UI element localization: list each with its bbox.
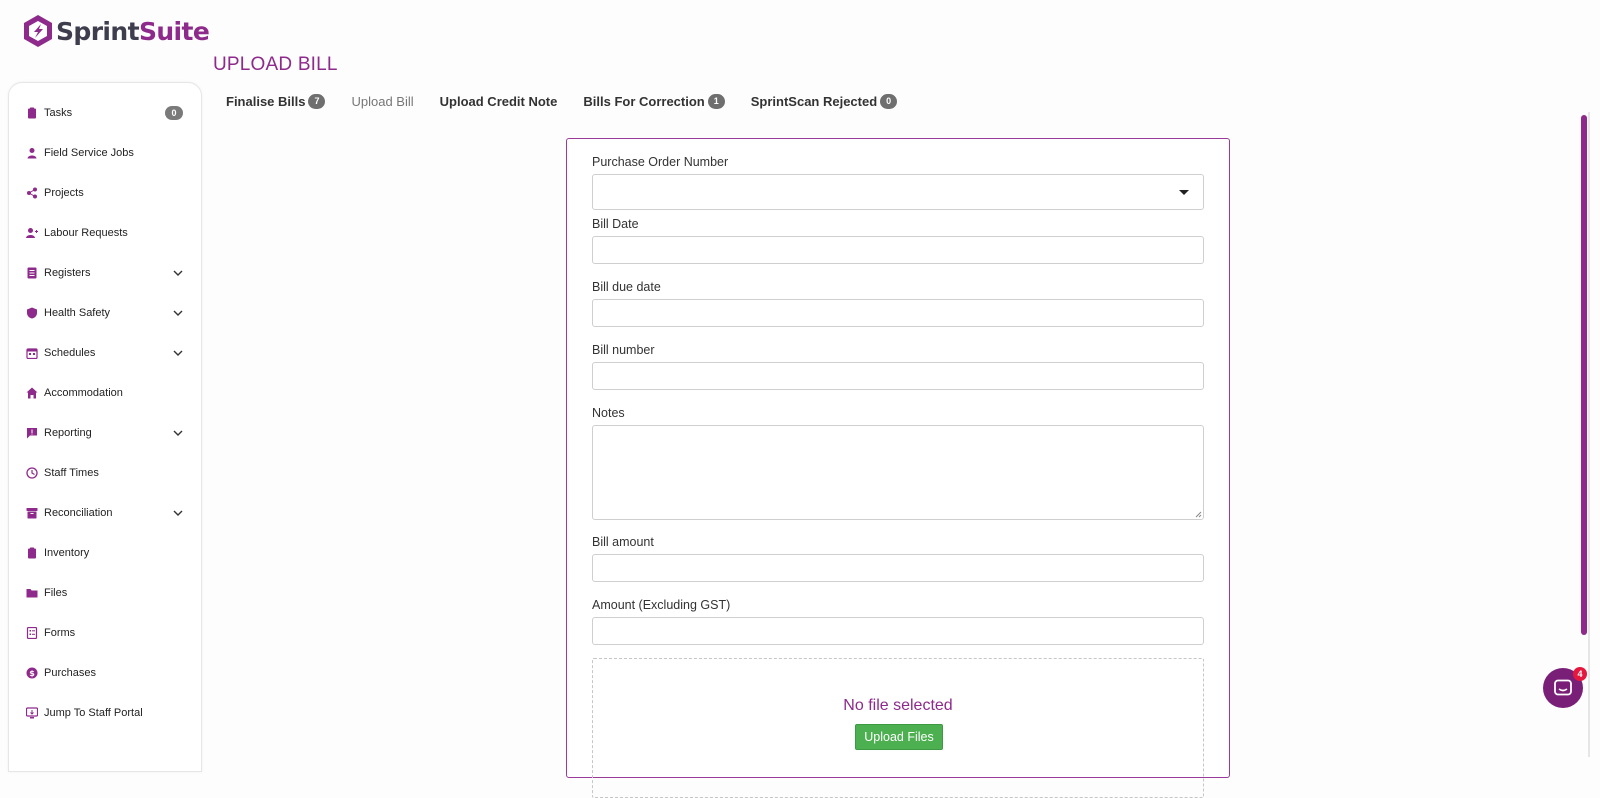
- sidebar-item-label: Projects: [44, 187, 84, 199]
- file-dropzone[interactable]: No file selected Upload Files: [592, 658, 1204, 798]
- tab-count-badge: 7: [308, 93, 326, 109]
- bill-due-date-label: Bill due date: [592, 280, 661, 294]
- sidebar-item-label: Schedules: [44, 347, 96, 359]
- tab-count-badge: 0: [880, 93, 898, 109]
- tab-upload-credit-note[interactable]: Upload Credit Note: [440, 94, 558, 109]
- bill-date-input[interactable]: [592, 236, 1204, 264]
- sidebar-item-schedules[interactable]: Schedules: [26, 341, 183, 365]
- dollar-icon: $: [26, 667, 38, 679]
- sidebar-item-label: Reconciliation: [44, 507, 113, 519]
- sidebar: Tasks 0 Field Service Jobs Projects Labo…: [8, 82, 202, 772]
- sidebar-item-projects[interactable]: Projects: [26, 181, 183, 205]
- notes-label: Notes: [592, 406, 625, 420]
- report-icon: [26, 427, 38, 439]
- scrollbar-thumb[interactable]: [1581, 115, 1587, 635]
- sidebar-item-accommodation[interactable]: Accommodation: [26, 381, 183, 405]
- sidebar-item-label: Field Service Jobs: [44, 147, 134, 159]
- shield-icon: [26, 307, 38, 319]
- resize-grip-icon[interactable]: [1194, 510, 1202, 518]
- sidebar-item-label: Inventory: [44, 547, 90, 559]
- clipboard-icon: [26, 547, 38, 559]
- amount-excluding-gst-input[interactable]: [592, 617, 1204, 645]
- sidebar-item-health-safety[interactable]: Health Safety: [26, 301, 183, 325]
- bill-amount-label: Bill amount: [592, 535, 654, 549]
- sidebar-item-label: Registers: [44, 267, 91, 279]
- sidebar-item-jump-to-staff-portal[interactable]: Jump To Staff Portal: [26, 701, 183, 725]
- tab-upload-bill[interactable]: Upload Bill: [351, 94, 413, 109]
- sidebar-item-staff-times[interactable]: Staff Times: [26, 461, 183, 485]
- logo-text: SprintSuite: [56, 16, 210, 46]
- chat-unread-badge: 4: [1573, 667, 1587, 681]
- sidebar-item-label: Forms: [44, 627, 76, 639]
- archive-icon: [26, 507, 38, 519]
- list-icon: [26, 267, 38, 279]
- chevron-down-icon: [173, 348, 183, 358]
- chevron-down-icon: [173, 428, 183, 438]
- share-icon: [26, 187, 38, 199]
- chevron-down-icon: [173, 508, 183, 518]
- scrollbar-track: [1588, 112, 1590, 757]
- sidebar-item-label: Health Safety: [44, 307, 111, 319]
- tab-label: Upload Credit Note: [439, 93, 558, 109]
- bill-amount-input[interactable]: [592, 554, 1204, 582]
- home-icon: [26, 387, 38, 399]
- chevron-down-icon: [173, 308, 183, 318]
- bill-tabs: Finalise Bills 7 Upload Bill Upload Cred…: [226, 90, 923, 112]
- sidebar-item-labour-requests[interactable]: Labour Requests: [26, 221, 183, 245]
- sidebar-item-reconciliation[interactable]: Reconciliation: [26, 501, 183, 525]
- bill-number-label: Bill number: [592, 343, 655, 357]
- logo-hexagon-icon: [24, 15, 52, 47]
- sidebar-item-forms[interactable]: Forms: [26, 621, 183, 645]
- tab-sprintscan-rejected[interactable]: SprintScan Rejected 0: [750, 93, 898, 109]
- no-file-selected-text: No file selected: [843, 697, 953, 714]
- form-icon: [26, 627, 38, 639]
- clipboard-icon: [26, 107, 38, 119]
- user-plus-icon: [26, 227, 38, 239]
- upload-files-button[interactable]: Upload Files: [855, 724, 943, 750]
- sidebar-item-label: Jump To Staff Portal: [44, 707, 143, 719]
- app-logo[interactable]: SprintSuite: [22, 13, 210, 49]
- sidebar-item-label: Reporting: [44, 427, 92, 439]
- sidebar-item-label: Tasks: [44, 107, 73, 119]
- amount-excluding-gst-label: Amount (Excluding GST): [592, 598, 731, 612]
- purchase-order-select[interactable]: [592, 174, 1204, 210]
- svg-text:$: $: [29, 669, 35, 678]
- chat-icon: [1554, 679, 1572, 696]
- sidebar-item-reporting[interactable]: Reporting: [26, 421, 183, 445]
- sidebar-item-label: Staff Times: [44, 467, 99, 479]
- upload-bill-form: Purchase Order Number Bill Date Bill due…: [566, 138, 1230, 798]
- bill-due-date-input[interactable]: [592, 299, 1204, 327]
- sidebar-item-tasks[interactable]: Tasks 0: [26, 101, 183, 125]
- notes-textarea[interactable]: [592, 425, 1204, 520]
- tab-finalise-bills[interactable]: Finalise Bills 7: [226, 93, 326, 109]
- portal-icon: [26, 707, 38, 719]
- folder-icon: [26, 587, 38, 599]
- tab-label: Finalise Bills: [226, 93, 306, 109]
- sidebar-item-label: Labour Requests: [44, 227, 128, 239]
- sidebar-item-label: Accommodation: [44, 387, 123, 399]
- caret-down-icon: [1179, 190, 1189, 195]
- sidebar-item-label: Files: [44, 587, 68, 599]
- page-title: UPLOAD BILL: [213, 54, 338, 75]
- sidebar-item-field-service-jobs[interactable]: Field Service Jobs: [26, 141, 183, 165]
- sidebar-item-purchases[interactable]: $ Purchases: [26, 661, 183, 685]
- purchase-order-label: Purchase Order Number: [592, 155, 729, 169]
- bill-date-label: Bill Date: [592, 217, 639, 231]
- sidebar-item-inventory[interactable]: Inventory: [26, 541, 183, 565]
- chevron-down-icon: [173, 268, 183, 278]
- calendar-icon: [26, 347, 38, 359]
- tasks-count-badge: 0: [165, 106, 183, 120]
- tab-count-badge: 1: [707, 93, 725, 109]
- tab-bills-for-correction[interactable]: Bills For Correction 1: [583, 93, 725, 109]
- worker-icon: [26, 147, 38, 159]
- sidebar-item-files[interactable]: Files: [26, 581, 183, 605]
- sidebar-item-label: Purchases: [44, 667, 96, 679]
- sidebar-item-registers[interactable]: Registers: [26, 261, 183, 285]
- bill-number-input[interactable]: [592, 362, 1204, 390]
- tab-label: Bills For Correction: [583, 93, 705, 109]
- clock-icon: [26, 467, 38, 479]
- tab-label: SprintScan Rejected: [750, 93, 878, 109]
- tab-label: Upload Bill: [351, 93, 414, 109]
